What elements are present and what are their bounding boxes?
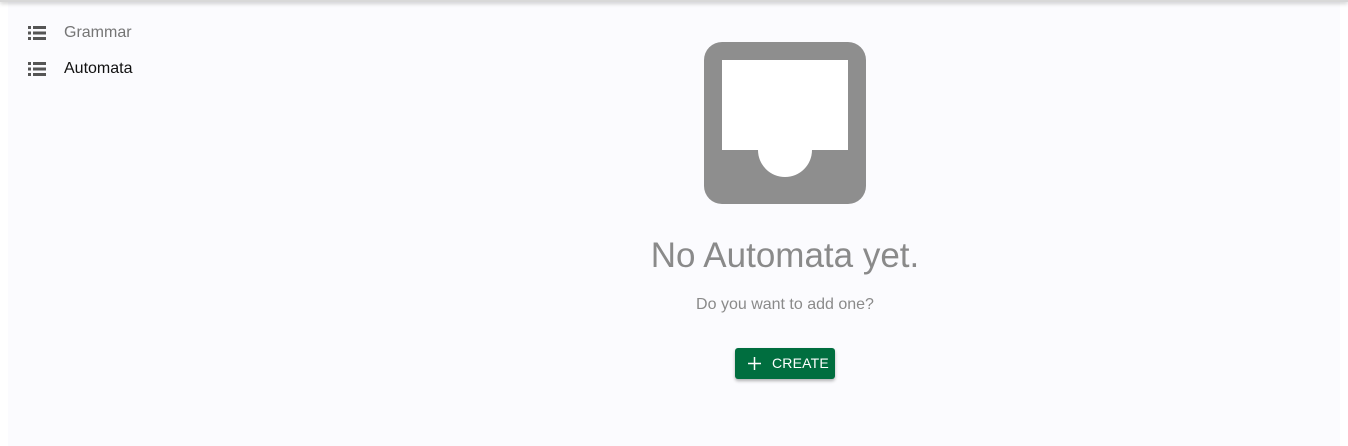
- empty-state-title: No Automata yet.: [650, 236, 920, 275]
- create-button-label: CREATE: [772, 355, 829, 371]
- top-bar-edge: [0, 0, 1348, 2]
- plus-icon: [748, 357, 761, 370]
- app-content: Grammar Automata No Automata yet. Do you…: [8, 0, 1340, 446]
- empty-state-subtitle: Do you want to add one?: [696, 296, 874, 313]
- inbox-tray-icon: [704, 42, 866, 204]
- empty-state: No Automata yet. Do you want to add one?…: [8, 0, 1340, 446]
- create-button[interactable]: CREATE: [735, 348, 835, 379]
